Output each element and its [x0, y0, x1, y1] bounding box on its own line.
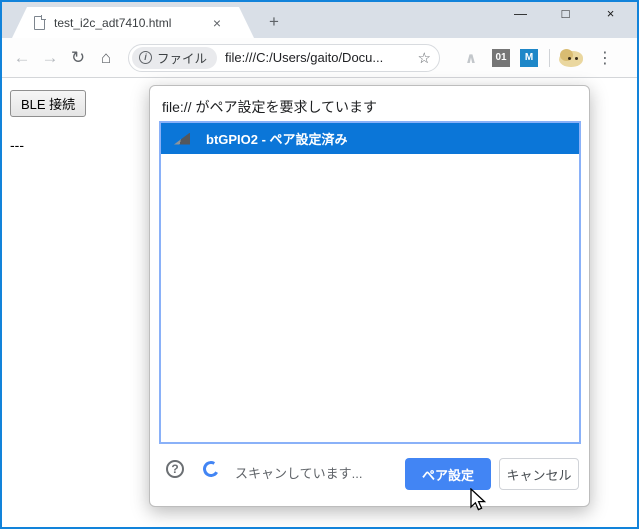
extension-m-icon[interactable]: M	[520, 49, 538, 67]
forward-icon[interactable]: →	[36, 44, 64, 72]
reload-icon[interactable]: ↻	[64, 44, 92, 72]
scanning-text: スキャンしています...	[235, 463, 362, 482]
device-label: btGPIO2 - ペア設定済み	[206, 129, 348, 148]
pair-button[interactable]: ペア設定	[405, 458, 491, 490]
acrobat-extension-icon[interactable]: ∧	[460, 49, 482, 67]
page-file-icon	[34, 16, 45, 30]
window-controls: — □ ×	[498, 2, 633, 30]
tab-title: test_i2c_adt7410.html	[54, 16, 204, 30]
url-text: file:///C:/Users/gaito/Docu...	[225, 50, 403, 65]
scanning-spinner-icon	[201, 459, 221, 479]
site-info-chip[interactable]: i ファイル	[132, 47, 217, 69]
tab-close-icon[interactable]: ×	[208, 15, 226, 31]
hamster-eye	[568, 57, 571, 60]
hamster-extension-icon[interactable]	[559, 48, 583, 68]
chrome-menu-icon[interactable]: ⋮	[595, 48, 615, 68]
close-button[interactable]: ×	[588, 2, 633, 28]
extensions-area: ∧ 01 M ⋮	[460, 48, 615, 68]
device-list[interactable]: btGPIO2 - ペア設定済み	[159, 121, 581, 444]
info-icon: i	[139, 51, 152, 64]
address-bar[interactable]: i ファイル file:///C:/Users/gaito/Docu... ☆	[128, 44, 440, 72]
browser-window: test_i2c_adt7410.html × + — □ × ← → ↻ ⌂ …	[0, 0, 639, 529]
site-info-label: ファイル	[157, 48, 207, 67]
home-icon[interactable]: ⌂	[92, 44, 120, 72]
maximize-button[interactable]: □	[543, 2, 588, 28]
ble-connect-button[interactable]: BLE 接続	[10, 90, 86, 117]
tab-strip: test_i2c_adt7410.html × + — □ ×	[2, 2, 637, 38]
cancel-button[interactable]: キャンセル	[499, 458, 579, 490]
hamster-patch	[560, 49, 573, 61]
hamster-eye	[575, 57, 578, 60]
dialog-footer: ? スキャンしています... ペア設定 キャンセル	[150, 442, 589, 506]
status-text: ---	[10, 137, 24, 153]
help-icon[interactable]: ?	[166, 460, 184, 478]
new-tab-button[interactable]: +	[262, 10, 286, 34]
device-row-selected[interactable]: btGPIO2 - ペア設定済み	[161, 123, 579, 154]
bookmark-star-icon[interactable]: ☆	[418, 49, 431, 67]
dialog-title: file:// がペア設定を要求しています	[162, 97, 377, 117]
minimize-button[interactable]: —	[498, 2, 543, 28]
bluetooth-pair-dialog: file:// がペア設定を要求しています btGPIO2 - ペア設定済み ?…	[149, 85, 590, 507]
back-icon[interactable]: ←	[8, 44, 36, 72]
navigation-toolbar: ← → ↻ ⌂ i ファイル file:///C:/Users/gaito/Do…	[2, 38, 637, 78]
toolbar-separator	[549, 49, 550, 67]
extension-01-icon[interactable]: 01	[492, 49, 510, 67]
tab-test-i2c-adt7410[interactable]: test_i2c_adt7410.html ×	[12, 7, 254, 38]
signal-strength-icon	[174, 133, 190, 145]
